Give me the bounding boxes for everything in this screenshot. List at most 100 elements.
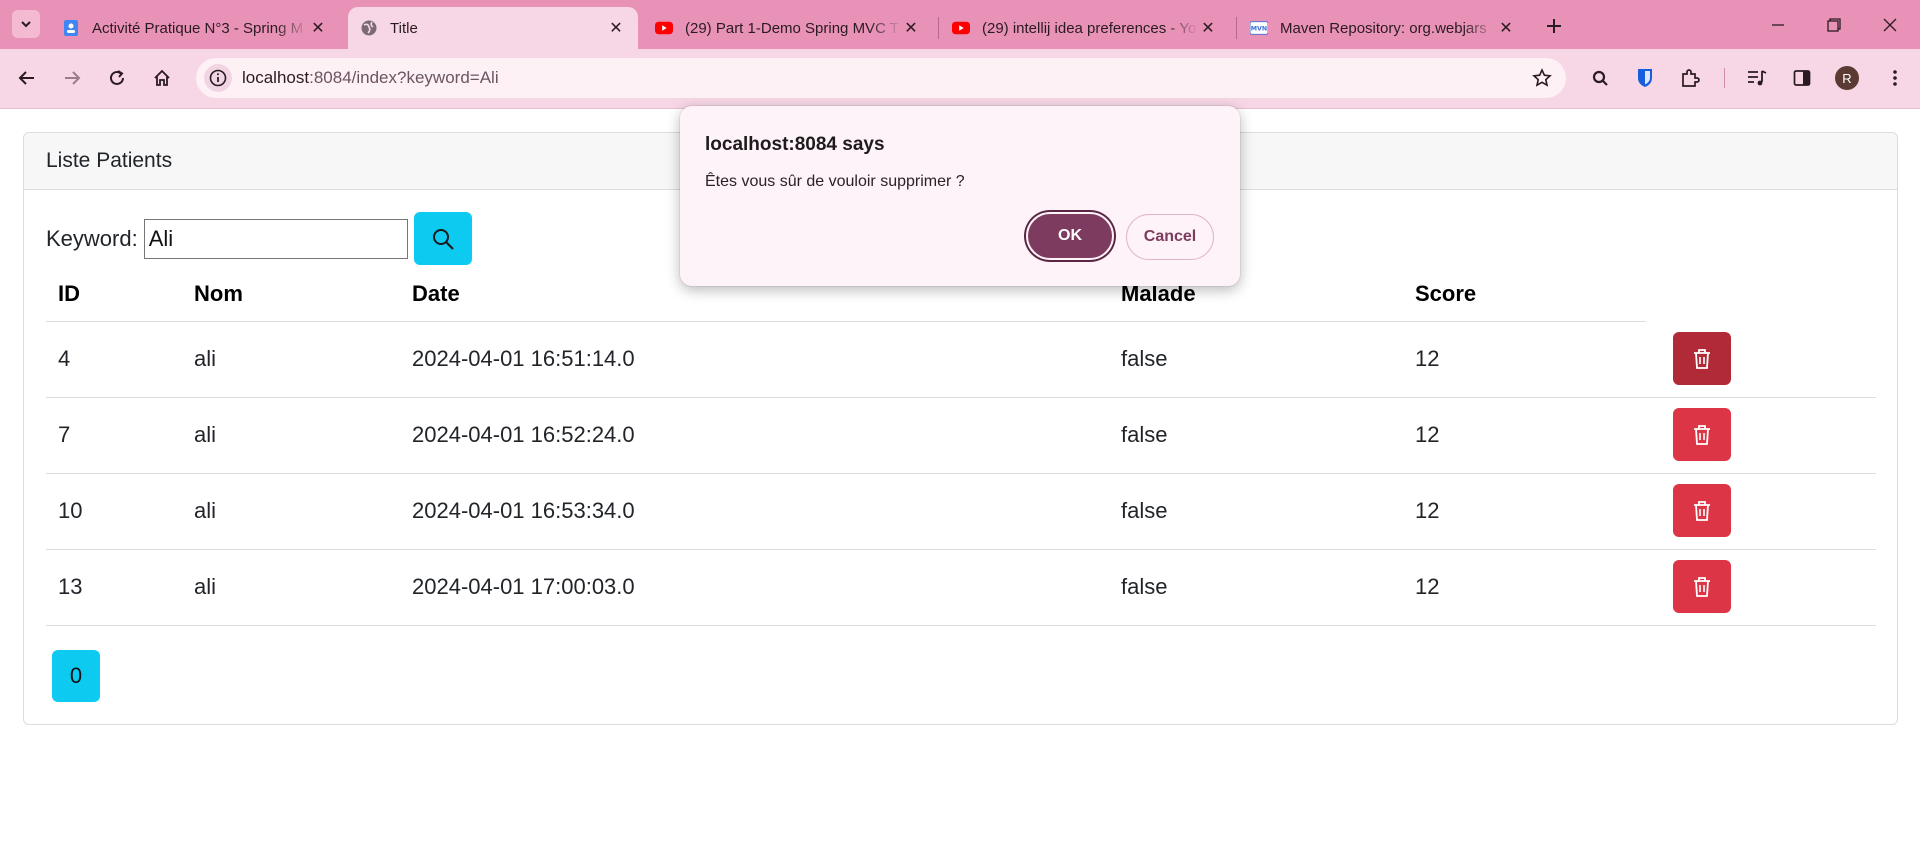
browser-menu-button[interactable] — [1880, 63, 1910, 93]
tab-title: (29) Part 1-Demo Spring MVC T — [685, 19, 899, 37]
browser-toolbar: localhost:8084/index?keyword=Ali — [0, 49, 1920, 109]
cell-nom: ali — [194, 346, 217, 371]
info-icon — [209, 69, 227, 87]
cell-nom: ali — [194, 498, 217, 523]
dialog-message: Êtes vous sûr de vouloir supprimer ? — [705, 173, 965, 190]
puzzle-icon — [1682, 69, 1700, 87]
trash-icon — [1694, 348, 1710, 369]
cell-id: 7 — [58, 422, 71, 447]
tab-search-button[interactable] — [12, 10, 40, 38]
tab-close-icon[interactable]: ✕ — [1496, 18, 1516, 38]
plus-icon — [1547, 19, 1561, 33]
music-queue-icon — [1748, 70, 1767, 86]
delete-button[interactable] — [1673, 484, 1731, 537]
restore-icon — [1827, 17, 1841, 32]
bookmark-star-button[interactable] — [1530, 66, 1554, 90]
reload-icon — [110, 70, 124, 85]
side-panel-icon — [1793, 70, 1811, 86]
tab-activite-pratique[interactable]: Activité Pratique N°3 - Spring M ✕ — [50, 7, 340, 49]
bitwarden-extension-button[interactable] — [1630, 63, 1660, 93]
back-button[interactable] — [10, 61, 44, 95]
delete-button[interactable] — [1673, 408, 1731, 461]
url-host: localhost — [242, 68, 310, 87]
tab-maven-repository[interactable]: MVN Maven Repository: org.webjars ✕ — [1238, 7, 1528, 49]
side-panel-button[interactable] — [1787, 63, 1817, 93]
dialog-ok-button[interactable]: OK — [1026, 212, 1114, 260]
url-path: :8084/index?keyword=Ali — [309, 68, 499, 87]
tab-separator — [938, 17, 939, 39]
cell-malade: false — [1121, 574, 1168, 599]
toolbar-divider — [1724, 68, 1725, 88]
cell-nom: ali — [194, 422, 217, 447]
tab-separator — [1236, 17, 1237, 39]
tab-strip: Activité Pratique N°3 - Spring M ✕ Title… — [0, 0, 1920, 49]
media-controls-button[interactable] — [1742, 63, 1772, 93]
svg-text:MVN: MVN — [1251, 26, 1267, 33]
column-header-nom: Nom — [194, 281, 243, 306]
search-form: Keyword: — [46, 212, 472, 265]
tab-youtube-spring-mvc[interactable]: (29) Part 1-Demo Spring MVC T ✕ — [643, 7, 933, 49]
tab-close-icon[interactable]: ✕ — [606, 18, 626, 38]
address-bar[interactable]: localhost:8084/index?keyword=Ali — [196, 58, 1566, 98]
tab-close-icon[interactable]: ✕ — [901, 18, 921, 38]
star-icon — [1532, 68, 1552, 87]
new-tab-button[interactable] — [1540, 12, 1568, 40]
cell-id: 4 — [58, 346, 71, 371]
more-vertical-icon — [1893, 70, 1897, 86]
cell-date: 2024-04-01 16:52:24.0 — [412, 422, 635, 447]
google-drive-doc-icon — [62, 19, 80, 37]
tab-youtube-intellij[interactable]: (29) intellij idea preferences - Yo ✕ — [940, 7, 1230, 49]
tab-close-icon[interactable]: ✕ — [1198, 18, 1218, 38]
delete-button[interactable] — [1673, 560, 1731, 613]
search-icon — [432, 228, 454, 250]
minimize-icon — [1772, 23, 1784, 26]
close-icon — [1883, 18, 1897, 31]
cell-malade: false — [1121, 346, 1168, 371]
keyword-input[interactable] — [143, 218, 408, 259]
tab-close-icon[interactable]: ✕ — [308, 18, 328, 38]
forward-button[interactable] — [55, 61, 89, 95]
tab-title: Activité Pratique N°3 - Spring M — [92, 19, 304, 37]
cell-date: 2024-04-01 17:00:03.0 — [412, 574, 635, 599]
restore-button[interactable] — [1806, 0, 1862, 49]
table-row: 7 ali 2024-04-01 16:52:24.0 false 12 — [46, 398, 1876, 474]
cell-score: 12 — [1415, 422, 1440, 447]
confirm-dialog: localhost:8084 says Êtes vous sûr de vou… — [680, 106, 1240, 286]
tab-title: (29) intellij idea preferences - Yo — [982, 19, 1197, 37]
cell-nom: ali — [194, 574, 217, 599]
dialog-cancel-button[interactable]: Cancel — [1126, 214, 1214, 260]
profile-avatar[interactable]: R — [1835, 66, 1859, 90]
chevron-down-icon — [21, 21, 31, 28]
minimize-button[interactable] — [1750, 0, 1806, 49]
column-header-score: Score — [1415, 281, 1477, 306]
keyword-label: Keyword: — [46, 225, 138, 251]
search-button[interactable] — [413, 212, 472, 265]
column-header-id: ID — [58, 281, 80, 306]
trash-icon — [1694, 500, 1710, 521]
extensions-button[interactable] — [1675, 63, 1705, 93]
cell-malade: false — [1121, 422, 1168, 447]
trash-icon — [1694, 424, 1710, 445]
search-lens-button[interactable] — [1585, 63, 1615, 93]
youtube-icon — [655, 19, 673, 37]
reload-button[interactable] — [100, 61, 134, 95]
delete-button[interactable] — [1673, 332, 1731, 385]
window-close-button[interactable] — [1862, 0, 1918, 49]
arrow-right-icon — [65, 71, 81, 85]
column-header-date: Date — [412, 281, 460, 306]
table-row: 13 ali 2024-04-01 17:00:03.0 false 12 — [46, 550, 1876, 626]
cell-date: 2024-04-01 16:53:34.0 — [412, 498, 635, 523]
youtube-icon — [952, 19, 970, 37]
cell-malade: false — [1121, 498, 1168, 523]
shield-icon — [1638, 69, 1652, 87]
pagination-page-button[interactable]: 0 — [52, 650, 100, 702]
trash-icon — [1694, 576, 1710, 597]
home-icon — [154, 69, 170, 86]
search-icon — [1592, 70, 1608, 86]
tab-title-active[interactable]: Title ✕ — [348, 7, 638, 49]
dialog-title: localhost:8084 says — [705, 134, 885, 155]
home-button[interactable] — [145, 61, 179, 95]
url-text[interactable]: localhost:8084/index?keyword=Ali — [242, 68, 499, 88]
site-info-button[interactable] — [204, 64, 232, 92]
arrow-left-icon — [18, 71, 34, 85]
